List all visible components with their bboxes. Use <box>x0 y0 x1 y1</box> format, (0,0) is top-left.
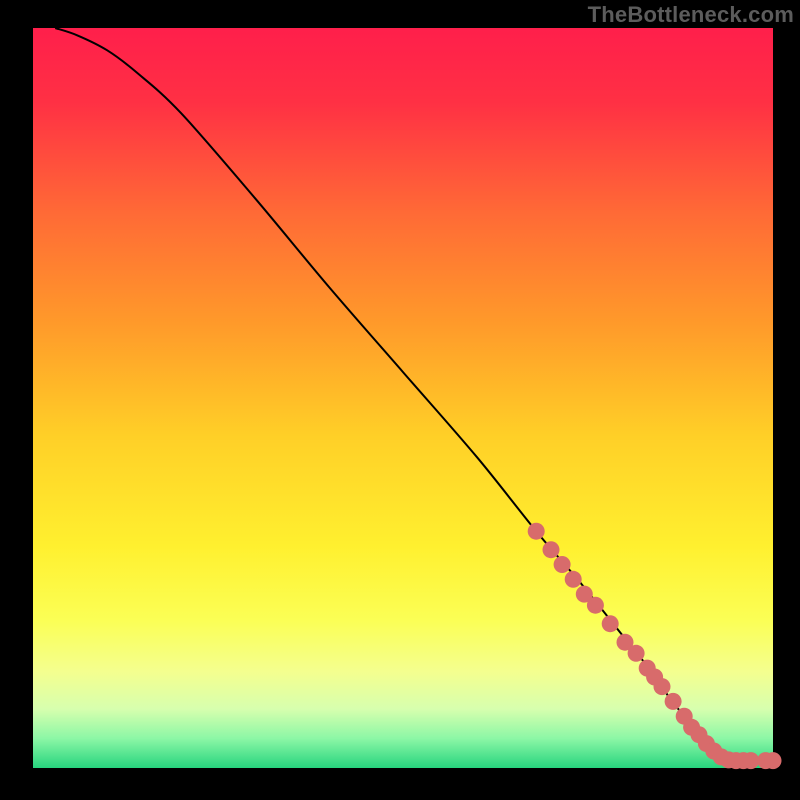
highlight-marker <box>765 752 782 769</box>
highlight-marker <box>587 597 604 614</box>
chart-canvas <box>0 0 800 800</box>
chart-stage: TheBottleneck.com <box>0 0 800 800</box>
highlight-marker <box>554 556 571 573</box>
highlight-marker <box>665 693 682 710</box>
highlight-marker <box>528 523 545 540</box>
highlight-marker <box>602 615 619 632</box>
watermark-text: TheBottleneck.com <box>588 2 794 28</box>
highlight-marker <box>543 541 560 558</box>
highlight-marker <box>628 645 645 662</box>
highlight-marker <box>742 752 759 769</box>
plot-background <box>33 28 773 768</box>
highlight-marker <box>654 678 671 695</box>
highlight-marker <box>565 571 582 588</box>
